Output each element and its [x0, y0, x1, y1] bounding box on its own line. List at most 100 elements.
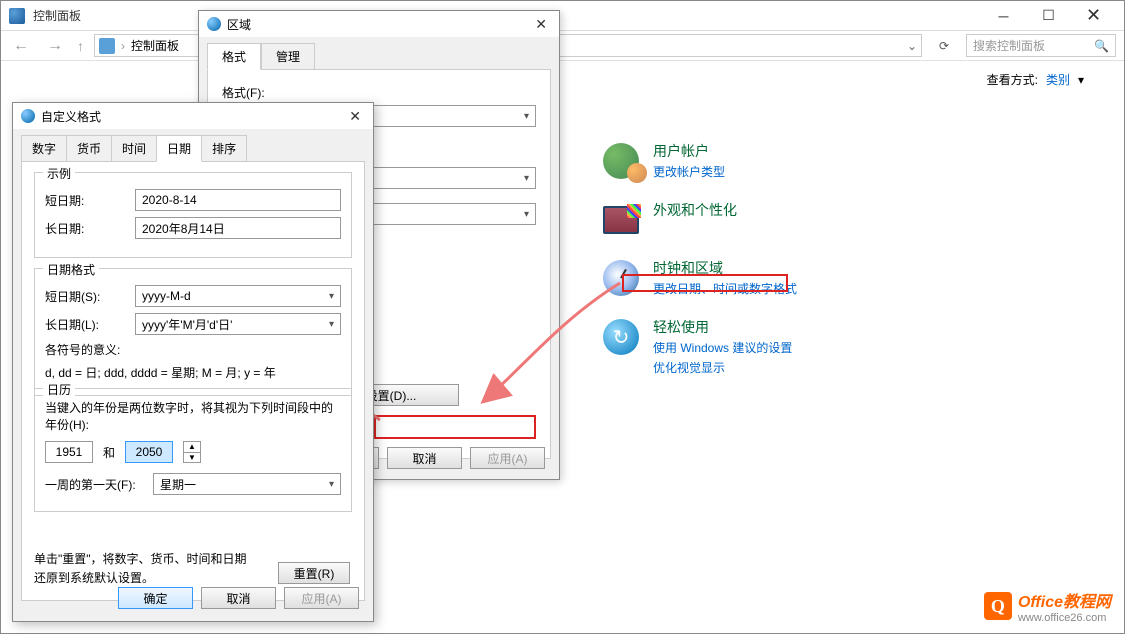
tab-formats[interactable]: 格式 [207, 43, 261, 70]
clock-icon [601, 258, 641, 298]
year-spinner[interactable]: ▲▼ [183, 441, 201, 463]
two-digit-year-label: 当键入的年份是两位数字时，将其视为下列时间段中的年份(H): [45, 399, 341, 433]
long-format-label: 长日期(L): [45, 316, 127, 333]
spinner-down-icon[interactable]: ▼ [184, 453, 200, 463]
first-day-combo[interactable]: 星期一▾ [153, 473, 341, 495]
breadcrumb[interactable]: 控制面板 [131, 37, 179, 54]
chevron-down-icon: ▾ [329, 291, 334, 302]
reset-button[interactable]: 重置(R) [278, 562, 350, 584]
users-icon [601, 141, 641, 181]
custom-format-dialog: 自定义格式 ✕ 数字 货币 时间 日期 排序 示例 短日期: 2020-8-14… [12, 102, 374, 622]
category-clock-region: 时钟和区域 更改日期、时间或数字格式 [601, 258, 1084, 299]
date-format-group: 日期格式 短日期(S): yyyy-M-d▾ 长日期(L): yyyy'年'M'… [34, 268, 352, 396]
search-placeholder: 搜索控制面板 [973, 37, 1045, 54]
view-mode: 查看方式: 类别 ▾ [987, 71, 1084, 88]
tab-time[interactable]: 时间 [111, 135, 157, 162]
category-title[interactable]: 轻松使用 [653, 317, 792, 337]
view-mode-label: 查看方式: [987, 71, 1038, 88]
region-close-button[interactable]: ✕ [531, 16, 551, 33]
forward-button[interactable]: → [43, 34, 67, 58]
region-tabs: 格式 管理 [199, 37, 559, 70]
legend-text: d, dd = 日; ddd, dddd = 星期; M = 月; y = 年 [45, 364, 341, 383]
long-date-value: 2020年8月14日 [135, 217, 341, 239]
up-button[interactable]: ↑ [77, 38, 84, 54]
view-mode-value[interactable]: 类别 [1046, 71, 1070, 88]
watermark-url: www.office26.com [1018, 612, 1111, 624]
chevron-down-icon: ▾ [524, 209, 529, 220]
example-group-title: 示例 [43, 165, 75, 182]
tab-date[interactable]: 日期 [156, 135, 202, 162]
custom-close-button[interactable]: ✕ [345, 108, 365, 125]
year-to-input[interactable] [125, 441, 173, 463]
short-date-label: 短日期: [45, 192, 127, 209]
chevron-down-icon: ▾ [524, 173, 529, 184]
example-group: 示例 短日期: 2020-8-14 长日期: 2020年8月14日 [34, 172, 352, 258]
custom-tabs: 数字 货币 时间 日期 排序 [13, 129, 373, 162]
region-cancel-button[interactable]: 取消 [387, 447, 462, 469]
category-link[interactable]: 更改帐户类型 [653, 163, 725, 182]
globe-icon [21, 109, 35, 123]
tab-currency[interactable]: 货币 [66, 135, 112, 162]
region-apply-button[interactable]: 应用(A) [470, 447, 545, 469]
chevron-down-icon[interactable]: ▾ [1078, 73, 1084, 87]
close-button[interactable]: ✕ [1071, 2, 1116, 30]
year-and-label: 和 [103, 444, 115, 461]
tab-sort[interactable]: 排序 [201, 135, 247, 162]
date-format-group-title: 日期格式 [43, 261, 99, 278]
chevron-down-icon: ▾ [329, 479, 334, 490]
watermark-icon: Q [984, 592, 1012, 620]
first-day-label: 一周的第一天(F): [45, 476, 145, 493]
watermark-brand: Office教程网 [1018, 588, 1111, 612]
category-link[interactable]: 使用 Windows 建议的设置 [653, 339, 792, 358]
back-button[interactable]: ← [9, 34, 33, 58]
format-label: 格式(F): [222, 84, 536, 101]
ease-icon: ↻ [601, 317, 641, 357]
globe-icon [207, 17, 221, 31]
refresh-button[interactable]: ⟳ [932, 34, 956, 58]
change-date-format-link[interactable]: 更改日期、时间或数字格式 [653, 280, 797, 299]
category-title[interactable]: 用户帐户 [653, 141, 725, 161]
spinner-up-icon[interactable]: ▲ [184, 442, 200, 453]
nav-bar: ← → ↑ › 控制面板 ⌄ ⟳ 搜索控制面板 🔍 [1, 31, 1124, 61]
title-bar: 控制面板 ─ ☐ ✕ [1, 1, 1124, 31]
long-format-value: yyyy'年'M'月'd'日' [142, 316, 232, 333]
chevron-down-icon: ▾ [329, 319, 334, 330]
reset-note: 单击"重置"，将数字、货币、时间和日期还原到系统默认设置。 [34, 550, 254, 588]
long-format-combo[interactable]: yyyy'年'M'月'd'日' ▾ [135, 313, 341, 335]
region-title: 区域 [227, 16, 531, 33]
custom-ok-button[interactable]: 确定 [118, 587, 193, 609]
display-icon [601, 200, 641, 240]
category-list: 用户帐户 更改帐户类型 外观和个性化 时钟和区域 更改日期、时间或数字格式 ↻ [601, 141, 1084, 378]
custom-apply-button[interactable]: 应用(A) [284, 587, 359, 609]
minimize-button[interactable]: ─ [981, 2, 1026, 30]
tab-admin[interactable]: 管理 [261, 43, 315, 70]
category-link[interactable]: 优化视觉显示 [653, 359, 792, 378]
year-from-input [45, 441, 93, 463]
search-input[interactable]: 搜索控制面板 🔍 [966, 34, 1116, 57]
address-sep-icon: › [121, 39, 125, 53]
short-date-value: 2020-8-14 [135, 189, 341, 211]
short-format-label: 短日期(S): [45, 288, 127, 305]
category-title[interactable]: 外观和个性化 [653, 200, 737, 220]
chevron-down-icon: ▾ [524, 111, 529, 122]
category-appearance: 外观和个性化 [601, 200, 1084, 240]
category-ease-of-access: ↻ 轻松使用 使用 Windows 建议的设置 优化视觉显示 [601, 317, 1084, 377]
maximize-button[interactable]: ☐ [1026, 2, 1071, 30]
calendar-group: 日历 当键入的年份是两位数字时，将其视为下列时间段中的年份(H): 和 ▲▼ 一… [34, 388, 352, 512]
region-title-bar: 区域 ✕ [199, 11, 559, 37]
category-title[interactable]: 时钟和区域 [653, 258, 797, 278]
custom-cancel-button[interactable]: 取消 [201, 587, 276, 609]
search-icon: 🔍 [1094, 39, 1109, 53]
address-dropdown-icon[interactable]: ⌄ [907, 39, 917, 53]
legend-title: 各符号的意义: [45, 341, 341, 360]
address-icon [99, 38, 115, 54]
calendar-group-title: 日历 [43, 381, 75, 398]
short-format-combo[interactable]: yyyy-M-d ▾ [135, 285, 341, 307]
app-icon [9, 8, 25, 24]
tab-number[interactable]: 数字 [21, 135, 67, 162]
short-format-value: yyyy-M-d [142, 289, 191, 303]
custom-title-bar: 自定义格式 ✕ [13, 103, 373, 129]
custom-title: 自定义格式 [41, 108, 345, 125]
long-date-label: 长日期: [45, 220, 127, 237]
custom-tab-body: 示例 短日期: 2020-8-14 长日期: 2020年8月14日 日期格式 短… [21, 161, 365, 601]
